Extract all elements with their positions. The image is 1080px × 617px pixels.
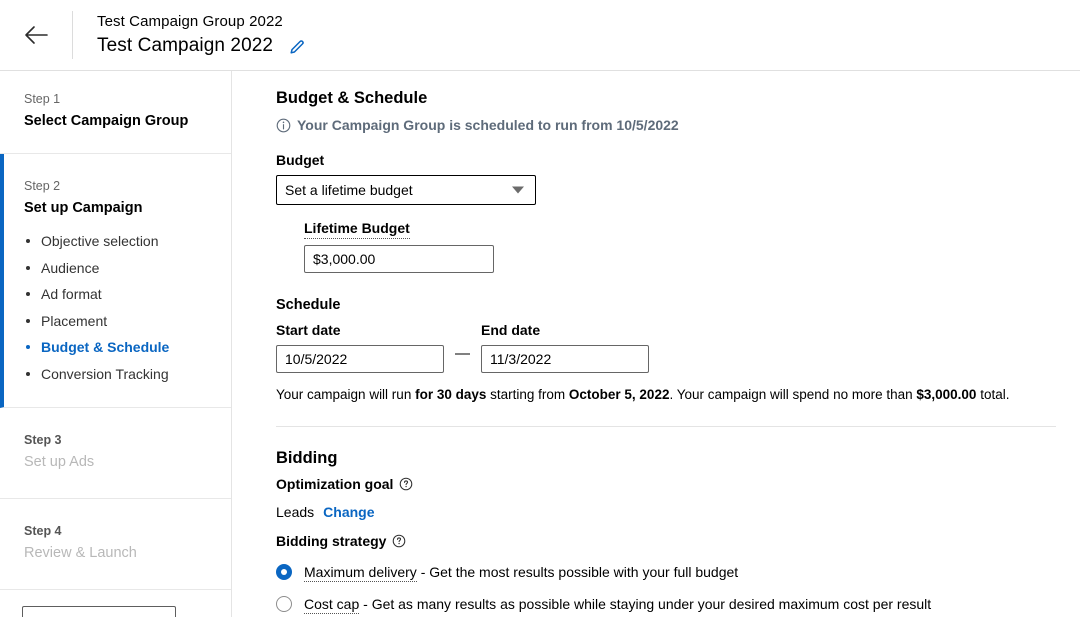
campaign-title-row: Test Campaign 2022: [97, 34, 306, 58]
campaign-group-title: Test Campaign Group 2022: [97, 12, 306, 32]
change-optimization-goal-link[interactable]: Change: [323, 503, 374, 521]
bidding-option-cost-cap-text: Cost cap - Get as many results as possib…: [304, 594, 931, 614]
budget-type-select-wrapper: Set a lifetime budget Set a daily budget…: [276, 175, 536, 205]
sidebar-footer-button[interactable]: [22, 606, 176, 617]
summary-part-3: . Your campaign will spend no more than: [669, 387, 916, 402]
bidding-strategy-radio-group: Maximum delivery - Get the most results …: [276, 562, 1056, 617]
sidebar-step-2-name: Set up Campaign: [24, 198, 207, 218]
end-date-input[interactable]: [481, 345, 649, 373]
campaign-title: Test Campaign 2022: [97, 34, 273, 58]
bidding-option-maximum-delivery-desc: - Get the most results possible with you…: [417, 564, 738, 580]
sidebar-step-1[interactable]: Step 1 Select Campaign Group: [0, 71, 231, 154]
sidebar-step-1-number: Step 1: [24, 91, 207, 107]
schedule-heading: Schedule: [276, 295, 1056, 315]
bidding-section-title: Bidding: [276, 447, 1056, 469]
optimization-goal-row: Leads Change: [276, 503, 1056, 521]
sidebar-item-placement[interactable]: Placement: [24, 312, 207, 330]
bidding-option-maximum-delivery[interactable]: Maximum delivery - Get the most results …: [276, 562, 1056, 582]
header-titles: Test Campaign Group 2022 Test Campaign 2…: [97, 12, 306, 58]
header-divider: [72, 11, 73, 59]
sidebar-step-3-number: Step 3: [24, 432, 207, 448]
bidding-option-cost-cap-term[interactable]: Cost cap: [304, 596, 359, 614]
bidding-strategy-label: Bidding strategy: [276, 532, 1056, 550]
budget-type-select[interactable]: Set a lifetime budget Set a daily budget…: [276, 175, 536, 205]
sidebar-item-conversion-tracking[interactable]: Conversion Tracking: [24, 365, 207, 383]
bidding-option-cost-cap[interactable]: Cost cap - Get as many results as possib…: [276, 594, 1056, 614]
sidebar-step-4[interactable]: Step 4 Review & Launch: [0, 499, 231, 590]
summary-duration: for 30 days: [415, 387, 486, 402]
app-header: Test Campaign Group 2022 Test Campaign 2…: [0, 0, 1080, 71]
sidebar-footer: [0, 590, 231, 617]
date-range-separator: —: [455, 340, 470, 368]
schedule-summary-text: Your campaign will run for 30 days start…: [276, 386, 1056, 404]
sidebar-item-ad-format[interactable]: Ad format: [24, 285, 207, 303]
bidding-option-cost-cap-desc: - Get as many results as possible while …: [359, 596, 931, 612]
sidebar-step-4-name: Review & Launch: [24, 543, 207, 563]
sidebar-step-2-number: Step 2: [24, 178, 207, 194]
sidebar-step-3-name: Set up Ads: [24, 452, 207, 472]
sidebar-substep-list: Objective selection Audience Ad format P…: [24, 232, 207, 383]
start-date-input[interactable]: [276, 345, 444, 373]
section-divider: [276, 426, 1056, 427]
summary-part-1: Your campaign will run: [276, 387, 415, 402]
end-date-group: End date: [481, 321, 649, 373]
main-content: Budget & Schedule Your Campaign Group is…: [256, 71, 1080, 617]
sidebar-step-2[interactable]: Step 2 Set up Campaign Objective selecti…: [0, 154, 231, 408]
page-title: Budget & Schedule: [276, 87, 1056, 109]
help-circle-icon[interactable]: [399, 477, 413, 491]
schedule-info-banner: Your Campaign Group is scheduled to run …: [276, 115, 1056, 135]
summary-start-date: October 5, 2022: [569, 387, 670, 402]
info-circle-icon: [276, 118, 291, 133]
optimization-goal-label: Optimization goal: [276, 475, 1056, 493]
help-circle-icon[interactable]: [392, 534, 406, 548]
summary-part-2: starting from: [486, 387, 569, 402]
arrow-left-icon: [23, 24, 49, 46]
budget-label: Budget: [276, 151, 1056, 169]
sidebar-item-audience[interactable]: Audience: [24, 259, 207, 277]
start-date-label: Start date: [276, 321, 444, 339]
radio-cost-cap[interactable]: [276, 596, 292, 612]
bidding-option-maximum-delivery-text: Maximum delivery - Get the most results …: [304, 562, 738, 582]
sidebar-item-budget-schedule[interactable]: Budget & Schedule: [24, 338, 207, 356]
start-date-group: Start date: [276, 321, 444, 373]
wizard-sidebar: Step 1 Select Campaign Group Step 2 Set …: [0, 71, 232, 617]
lifetime-budget-group: Lifetime Budget: [304, 219, 1056, 273]
bidding-strategy-label-text: Bidding strategy: [276, 532, 386, 550]
optimization-goal-value: Leads: [276, 503, 314, 521]
lifetime-budget-input[interactable]: [304, 245, 494, 273]
sidebar-step-4-number: Step 4: [24, 523, 207, 539]
back-button[interactable]: [0, 0, 72, 70]
schedule-dates-row: Start date — End date: [276, 321, 1056, 373]
radio-maximum-delivery[interactable]: [276, 564, 292, 580]
sidebar-step-1-name: Select Campaign Group: [24, 111, 207, 131]
pencil-icon[interactable]: [289, 38, 306, 55]
sidebar-item-objective-selection[interactable]: Objective selection: [24, 232, 207, 250]
summary-part-4: total.: [976, 387, 1009, 402]
schedule-info-text: Your Campaign Group is scheduled to run …: [297, 115, 679, 135]
bidding-option-maximum-delivery-term[interactable]: Maximum delivery: [304, 564, 417, 582]
end-date-label: End date: [481, 321, 649, 339]
lifetime-budget-label: Lifetime Budget: [304, 219, 1056, 239]
lifetime-budget-label-text[interactable]: Lifetime Budget: [304, 219, 410, 239]
summary-total-spend: $3,000.00: [916, 387, 976, 402]
optimization-goal-label-text: Optimization goal: [276, 475, 393, 493]
sidebar-step-3[interactable]: Step 3 Set up Ads: [0, 408, 231, 499]
